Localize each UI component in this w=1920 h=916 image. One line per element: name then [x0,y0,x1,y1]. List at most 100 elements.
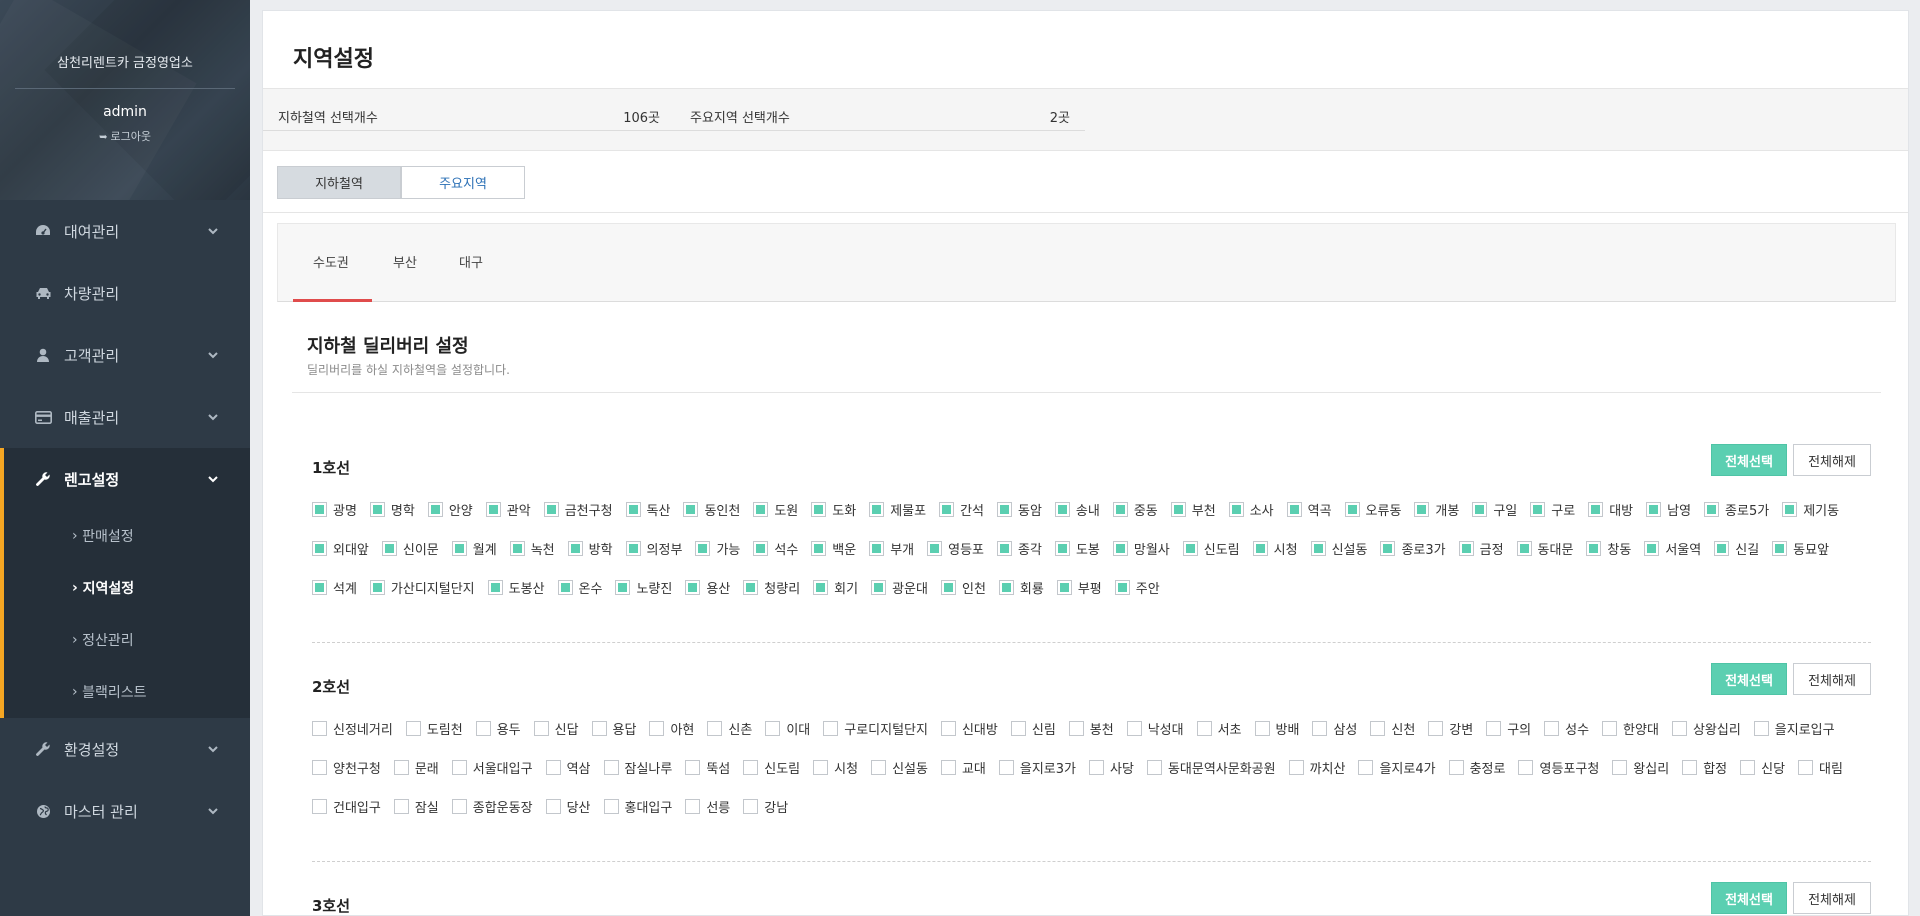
station-checkbox[interactable] [813,579,829,595]
station-item[interactable]: 삼성 [1312,720,1357,738]
station-item[interactable]: 광명 [312,501,357,519]
station-item[interactable]: 뚝섬 [685,759,730,777]
station-item[interactable]: 당산 [545,798,591,816]
submenu-item-sales-settings[interactable]: › 판매설정 [4,510,250,562]
station-checkbox[interactable] [1228,501,1244,517]
station-checkbox[interactable] [312,759,327,775]
station-checkbox[interactable] [543,501,559,517]
station-item[interactable]: 부천 [1170,501,1216,519]
station-item[interactable]: 봉천 [1068,720,1114,738]
station-checkbox[interactable] [1518,759,1534,775]
station-item[interactable]: 개봉 [1414,501,1459,519]
station-item[interactable]: 신설동 [871,759,928,777]
station-item[interactable]: 백운 [811,540,856,558]
station-item[interactable]: 용답 [591,720,636,738]
station-checkbox[interactable] [625,540,641,556]
station-item[interactable]: 교대 [940,759,986,777]
station-item[interactable]: 외대앞 [312,540,369,558]
station-checkbox[interactable] [509,540,525,556]
submenu-item-settlement[interactable]: › 정산관리 [4,614,250,666]
station-checkbox[interactable] [927,540,943,556]
station-item[interactable]: 구의 [1486,720,1531,738]
station-item[interactable]: 영등포 [927,540,984,558]
station-checkbox[interactable] [312,501,327,517]
station-item[interactable]: 종각 [997,540,1042,558]
station-checkbox[interactable] [451,798,467,814]
station-checkbox[interactable] [567,540,583,556]
station-item[interactable]: 주안 [1114,579,1160,597]
station-item[interactable]: 한양대 [1602,720,1659,738]
station-checkbox[interactable] [1126,720,1142,736]
station-checkbox[interactable] [1146,759,1162,775]
station-checkbox[interactable] [869,501,885,517]
toggle-major-region[interactable]: 주요지역 [401,166,525,199]
station-item[interactable]: 잠실 [393,798,439,816]
toggle-subway[interactable]: 지하철역 [277,166,401,199]
station-checkbox[interactable] [1312,720,1328,736]
station-item[interactable]: 아현 [649,720,694,738]
station-item[interactable]: 창동 [1586,540,1631,558]
station-checkbox[interactable] [475,720,491,736]
station-checkbox[interactable] [1486,720,1502,736]
station-checkbox[interactable] [1458,540,1474,556]
station-checkbox[interactable] [1472,501,1488,517]
station-item[interactable]: 부개 [869,540,914,558]
station-item[interactable]: 홍대입구 [603,798,672,816]
tab-capital-area[interactable]: 수도권 [313,252,349,271]
station-item[interactable]: 도봉 [1054,540,1100,558]
station-checkbox[interactable] [683,501,699,517]
station-item[interactable]: 동묘앞 [1772,540,1829,558]
station-checkbox[interactable] [312,579,327,595]
station-item[interactable]: 회기 [813,579,858,597]
station-item[interactable]: 을지로입구 [1753,720,1835,738]
station-item[interactable]: 관악 [485,501,531,519]
tab-daegu[interactable]: 대구 [459,252,483,271]
station-item[interactable]: 제물포 [869,501,926,519]
select-all-button[interactable]: 전체선택 [1711,663,1787,695]
station-item[interactable]: 도화 [811,501,856,519]
station-item[interactable]: 용두 [475,720,521,738]
station-item[interactable]: 시청 [813,759,858,777]
station-item[interactable]: 온수 [557,579,602,597]
station-checkbox[interactable] [1370,720,1386,736]
station-item[interactable]: 녹천 [509,540,555,558]
station-checkbox[interactable] [1196,720,1212,736]
station-item[interactable]: 신대방 [940,720,998,738]
station-item[interactable]: 신이문 [381,540,439,558]
station-checkbox[interactable] [1516,540,1532,556]
station-checkbox[interactable] [451,540,467,556]
station-checkbox[interactable] [823,720,839,736]
station-checkbox[interactable] [533,720,549,736]
station-item[interactable]: 신답 [533,720,579,738]
station-item[interactable]: 금정 [1458,540,1504,558]
station-checkbox[interactable] [369,501,385,517]
station-checkbox[interactable] [939,501,955,517]
station-checkbox[interactable] [1182,540,1198,556]
station-item[interactable]: 역곡 [1286,501,1332,519]
station-item[interactable]: 도림천 [405,720,463,738]
station-checkbox[interactable] [695,540,711,556]
station-item[interactable]: 신도림 [1182,540,1240,558]
station-checkbox[interactable] [1056,579,1072,595]
station-checkbox[interactable] [393,798,409,814]
station-item[interactable]: 방학 [567,540,613,558]
station-item[interactable]: 강변 [1428,720,1473,738]
menu-item-customer[interactable]: 고객관리 [0,324,250,386]
station-item[interactable]: 양천구청 [312,759,381,777]
station-checkbox[interactable] [485,501,501,517]
station-checkbox[interactable] [312,720,327,736]
station-checkbox[interactable] [487,579,503,595]
station-item[interactable]: 성수 [1544,720,1589,738]
station-checkbox[interactable] [753,501,769,517]
station-checkbox[interactable] [1646,501,1662,517]
station-item[interactable]: 인천 [940,579,986,597]
station-item[interactable]: 독산 [625,501,670,519]
station-checkbox[interactable] [405,720,421,736]
station-checkbox[interactable] [685,579,701,595]
station-checkbox[interactable] [1448,759,1464,775]
submenu-item-blacklist[interactable]: › 블랙리스트 [4,666,250,718]
station-checkbox[interactable] [1798,759,1814,775]
station-item[interactable]: 신천 [1370,720,1415,738]
station-checkbox[interactable] [1310,540,1326,556]
station-item[interactable]: 의정부 [625,540,682,558]
